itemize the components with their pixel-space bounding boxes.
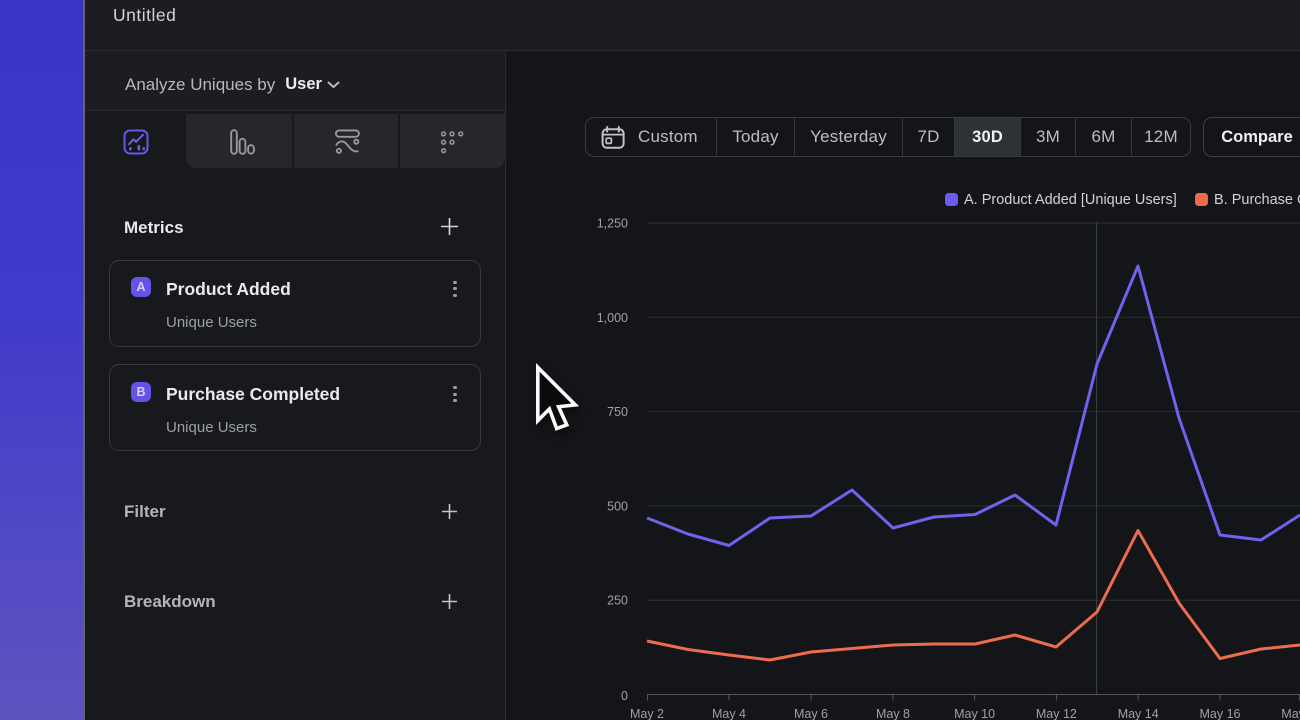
svg-text:750: 750 [607, 405, 628, 419]
svg-text:0: 0 [621, 689, 628, 703]
svg-text:1,250: 1,250 [597, 217, 628, 231]
svg-text:May 8: May 8 [876, 707, 910, 720]
svg-text:May 2: May 2 [630, 707, 664, 720]
svg-text:May 10: May 10 [954, 707, 995, 720]
svg-text:1,000: 1,000 [597, 311, 628, 325]
svg-text:May 4: May 4 [712, 707, 746, 720]
svg-text:250: 250 [607, 594, 628, 608]
svg-text:May 12: May 12 [1036, 707, 1077, 720]
svg-text:May 6: May 6 [794, 707, 828, 720]
svg-text:May 18: May 18 [1281, 707, 1300, 720]
svg-text:500: 500 [607, 499, 628, 513]
svg-text:May 16: May 16 [1200, 707, 1241, 720]
svg-text:May 14: May 14 [1118, 707, 1159, 720]
